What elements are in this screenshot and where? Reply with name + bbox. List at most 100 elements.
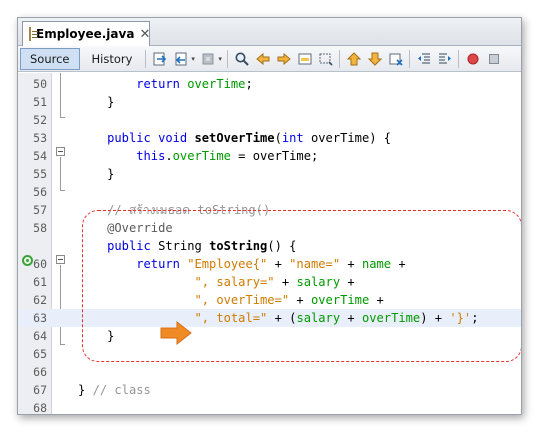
code-text: this.overTime = overTime; bbox=[78, 147, 318, 165]
line-number: 56 bbox=[33, 185, 47, 199]
code-line[interactable]: 64 } bbox=[18, 327, 521, 345]
code-token: return bbox=[136, 77, 180, 91]
find-icon[interactable] bbox=[231, 48, 252, 70]
code-line[interactable]: 66 bbox=[18, 363, 521, 381]
toolbar-separator bbox=[227, 49, 229, 68]
code-line[interactable]: 65 bbox=[18, 345, 521, 363]
shift-right-icon[interactable] bbox=[434, 48, 455, 70]
line-number: 67 bbox=[33, 383, 47, 397]
close-tab-icon[interactable]: ✕ bbox=[139, 27, 150, 42]
toggle-bookmark-icon[interactable] bbox=[385, 48, 406, 70]
forward-dropdown-icon[interactable]: ▾ bbox=[218, 55, 224, 63]
shift-left-icon[interactable] bbox=[413, 48, 434, 70]
back-icon[interactable] bbox=[170, 48, 191, 70]
prev-bookmark-icon[interactable] bbox=[343, 48, 364, 70]
code-token: overTime) { bbox=[303, 131, 392, 145]
code-line[interactable]: 51 } bbox=[18, 93, 521, 111]
code-token: ", salary=" bbox=[194, 275, 275, 289]
code-token: () { bbox=[267, 239, 297, 253]
forward-icon[interactable] bbox=[197, 48, 218, 70]
code-line[interactable]: 63 ", total=" + (salary + overTime) + '}… bbox=[18, 309, 521, 327]
code-token: + bbox=[369, 293, 384, 307]
line-number: 61 bbox=[33, 275, 47, 289]
code-token: salary bbox=[296, 311, 341, 325]
code-line[interactable]: 61 ", salary=" + salary + bbox=[18, 273, 521, 291]
code-text: ", salary=" + salary + bbox=[78, 273, 355, 291]
tab-employee-java[interactable]: Employee.java ✕ bbox=[22, 21, 150, 46]
code-token: } bbox=[78, 329, 115, 343]
code-token: @Override bbox=[107, 221, 173, 235]
toggle-rect-select-icon[interactable] bbox=[315, 48, 336, 70]
code-editor[interactable]: 50 return overTime; 51 } 52 53 public void … bbox=[18, 73, 521, 414]
code-line[interactable]: 62 ", overTime=" + overTime + bbox=[18, 291, 521, 309]
code-token: String bbox=[150, 239, 210, 253]
code-token: = overTime; bbox=[230, 149, 319, 163]
code-token: salary bbox=[296, 275, 341, 289]
record-macro-icon[interactable] bbox=[462, 48, 483, 70]
line-number: 63 bbox=[33, 311, 47, 325]
code-text: // สร้างเมธอด toString() bbox=[78, 201, 270, 219]
code-line[interactable]: 57 // สร้างเมธอด toString() bbox=[18, 201, 521, 219]
code-text: } bbox=[78, 165, 114, 183]
code-text: return "Employee{" + "name=" + name + bbox=[78, 255, 405, 273]
code-line[interactable]: 60 return "Employee{" + "name=" + name + bbox=[18, 255, 521, 273]
tab-title: Employee.java bbox=[36, 27, 135, 41]
code-token: } bbox=[78, 167, 115, 181]
find-prev-icon[interactable] bbox=[252, 48, 273, 70]
code-token: } bbox=[78, 95, 115, 109]
code-token: // สร้างเมธอด toString() bbox=[107, 203, 271, 217]
code-line[interactable]: 50 return overTime; bbox=[18, 75, 521, 93]
override-marker-icon[interactable] bbox=[22, 255, 33, 266]
toggle-highlight-icon[interactable] bbox=[294, 48, 315, 70]
code-token: overTime bbox=[361, 311, 421, 325]
code-token: overTime bbox=[187, 77, 246, 91]
code-line[interactable]: 56 bbox=[18, 183, 521, 201]
history-button[interactable]: History bbox=[82, 48, 143, 70]
code-line[interactable]: 52 bbox=[18, 111, 521, 129]
code-token: + bbox=[340, 257, 362, 271]
line-number: 65 bbox=[33, 347, 47, 361]
code-token: + bbox=[267, 257, 290, 271]
code-line[interactable]: public String toString() { bbox=[18, 237, 521, 255]
code-token: ", overTime=" bbox=[194, 293, 290, 307]
last-edit-icon[interactable] bbox=[149, 48, 170, 70]
code-line[interactable]: 67} // class bbox=[18, 381, 521, 399]
code-token: public bbox=[107, 239, 151, 253]
stop-macro-icon[interactable] bbox=[483, 48, 504, 70]
code-token: public bbox=[107, 131, 151, 145]
line-number: 62 bbox=[33, 293, 47, 307]
code-token: + bbox=[289, 293, 311, 307]
code-token: + bbox=[274, 275, 297, 289]
code-token: name bbox=[361, 257, 392, 271]
code-line[interactable]: 68 bbox=[18, 399, 521, 414]
find-next-icon[interactable] bbox=[273, 48, 294, 70]
code-token: return bbox=[136, 257, 180, 271]
code-line[interactable]: 54 this.overTime = overTime; bbox=[18, 147, 521, 165]
code-text: public void setOverTime(int overTime) { bbox=[78, 129, 391, 147]
code-token: "name=" bbox=[289, 257, 341, 271]
line-number: 52 bbox=[33, 113, 47, 127]
next-bookmark-icon[interactable] bbox=[364, 48, 385, 70]
source-button[interactable]: Source bbox=[20, 47, 80, 70]
code-text: return overTime; bbox=[78, 75, 253, 93]
tab-strip: Employee.java ✕ bbox=[18, 18, 521, 46]
code-token: // class bbox=[92, 383, 151, 397]
line-number: 55 bbox=[33, 167, 47, 181]
line-number: 66 bbox=[33, 365, 47, 379]
code-token: ) + bbox=[420, 311, 450, 325]
code-text: public String toString() { bbox=[78, 237, 296, 255]
code-line[interactable]: 53 public void setOverTime(int overTime)… bbox=[18, 129, 521, 147]
code-token: ( bbox=[274, 131, 282, 145]
code-token: '}' bbox=[449, 311, 472, 325]
code-line[interactable]: 55 } bbox=[18, 165, 521, 183]
line-number: 50 bbox=[33, 77, 47, 91]
code-line[interactable]: 58 @Override bbox=[18, 219, 521, 237]
code-text: } bbox=[78, 93, 114, 111]
code-text: ", overTime=" + overTime + bbox=[78, 291, 384, 309]
